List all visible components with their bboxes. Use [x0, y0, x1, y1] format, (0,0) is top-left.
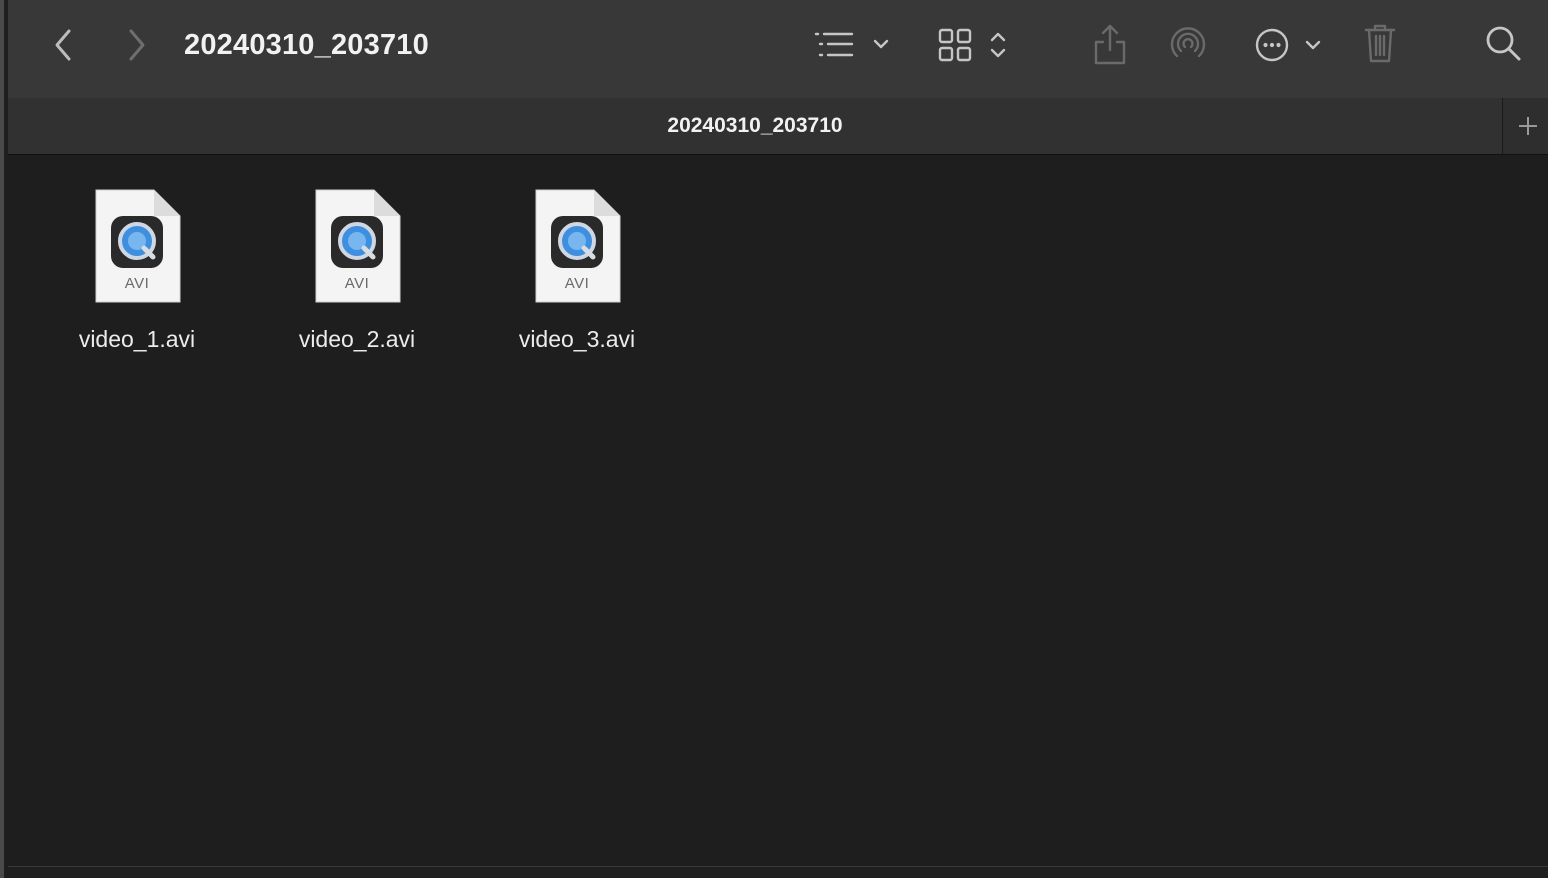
- airdrop-icon: [1170, 27, 1206, 58]
- group-by-button[interactable]: [806, 24, 898, 66]
- file-browser-content: AVI video_1.avi AVI video_2.avi AVI vide…: [8, 156, 1548, 866]
- plus-icon: [1518, 117, 1537, 135]
- airdrop-button[interactable]: [1166, 22, 1210, 66]
- file-item[interactable]: AVI video_3.avi: [477, 186, 677, 356]
- grid-view-icon: [938, 28, 1006, 62]
- tab-current-folder[interactable]: 20240310_203710: [8, 98, 1502, 154]
- forward-button[interactable]: [116, 24, 156, 66]
- file-name: video_2.avi: [298, 326, 416, 352]
- toolbar: 20240310_203710: [8, 0, 1548, 98]
- view-options-button[interactable]: [934, 24, 1014, 66]
- file-type-label: AVI: [344, 275, 370, 292]
- chevron-right-icon: [129, 29, 145, 61]
- delete-button[interactable]: [1360, 20, 1400, 66]
- chevron-down-icon: [873, 39, 889, 49]
- list-view-icon: [814, 32, 889, 57]
- status-divider: [8, 866, 1548, 867]
- avi-file-icon: AVI: [92, 186, 182, 304]
- file-item[interactable]: AVI video_1.avi: [37, 186, 237, 356]
- file-name: video_3.avi: [518, 326, 636, 352]
- chevron-left-icon: [55, 29, 71, 61]
- avi-file-icon: AVI: [532, 186, 622, 304]
- back-button[interactable]: [44, 24, 84, 66]
- new-tab-button[interactable]: [1502, 98, 1548, 154]
- file-name: video_1.avi: [78, 326, 196, 352]
- avi-file-icon: AVI: [312, 186, 402, 304]
- file-item[interactable]: AVI video_2.avi: [257, 186, 457, 356]
- window-title: 20240310_203710: [184, 29, 429, 61]
- more-actions-button[interactable]: [1250, 22, 1328, 68]
- tab-bar: 20240310_203710: [8, 98, 1548, 155]
- file-type-label: AVI: [564, 275, 590, 292]
- trash-icon: [1364, 24, 1396, 63]
- share-button[interactable]: [1088, 20, 1132, 68]
- share-icon: [1094, 24, 1126, 65]
- more-icon: [1255, 28, 1321, 62]
- search-icon: [1486, 26, 1521, 61]
- file-type-label: AVI: [124, 275, 150, 292]
- search-button[interactable]: [1482, 22, 1526, 66]
- finder-window: 20240310_203710 20240310_203710 AVI vide…: [0, 0, 1548, 878]
